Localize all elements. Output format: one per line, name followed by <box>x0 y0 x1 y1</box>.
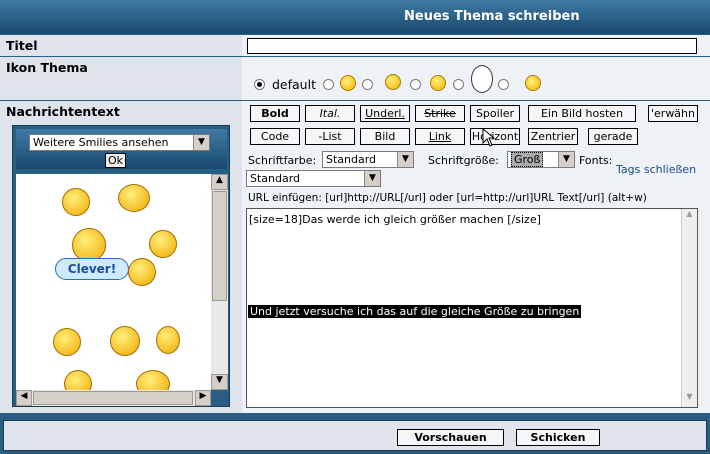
smiley-dancing-icon[interactable] <box>156 326 180 354</box>
smiley-party-icon[interactable] <box>72 228 106 262</box>
font-size-select[interactable]: Groß ▼ <box>507 151 575 168</box>
shocked-smiley-icon <box>471 65 493 93</box>
radio-default[interactable] <box>254 79 265 90</box>
editor-line-1: [size=18]Das werde ich gleich größer mac… <box>249 213 541 226</box>
cursor-icon <box>482 128 496 147</box>
scroll-left-icon[interactable]: ◀ <box>16 390 32 406</box>
radio-icon-3[interactable] <box>410 79 421 90</box>
ikon-row: Ikon Thema default <box>0 57 710 100</box>
titel-row: Titel <box>0 35 710 56</box>
code-button[interactable]: Code <box>250 128 300 145</box>
center-button[interactable]: Zentrier <box>528 128 578 145</box>
link-button[interactable]: Link <box>415 128 465 145</box>
message-label: Nachrichtentext <box>6 104 120 119</box>
bold-button[interactable]: Bold <box>250 105 300 122</box>
mention-button[interactable]: 'erwähn <box>648 105 698 122</box>
smilies-panel-head: Weitere Smilies ansehen ▼ Ok <box>16 129 227 169</box>
smiley-thinking-icon[interactable] <box>149 230 177 258</box>
strike-button[interactable]: Strike <box>415 105 465 122</box>
font-family-select[interactable]: Standard ▼ <box>246 170 381 187</box>
scroll-up-icon[interactable]: ▲ <box>682 209 697 224</box>
font-size-label: Schriftgröße: <box>428 154 499 167</box>
editor-selected-text: Und jetzt versuche ich das auf die gleic… <box>248 305 582 318</box>
smiley-chef-icon[interactable] <box>136 370 170 390</box>
spoiler-button[interactable]: Spoiler <box>470 105 520 122</box>
hscroll-thumb[interactable] <box>33 391 193 405</box>
vscroll-thumb[interactable] <box>212 191 227 301</box>
smiley-sunglasses-icon[interactable] <box>110 326 140 356</box>
smiley-clever-icon[interactable] <box>128 258 156 286</box>
scroll-down-icon[interactable]: ▼ <box>211 374 228 390</box>
titel-cell <box>242 35 710 56</box>
underline-button[interactable]: Underl. <box>360 105 410 122</box>
smiley-thumbs-icon[interactable] <box>64 370 92 390</box>
close-tags-link[interactable]: Tags schließen <box>616 163 696 176</box>
header-bar: Neues Thema schreiben <box>0 0 710 34</box>
italic-button[interactable]: Ital. <box>305 105 355 122</box>
smiley-drink-icon[interactable] <box>53 328 81 356</box>
chevron-down-icon: ▼ <box>193 135 209 150</box>
ikon-label: Ikon Thema <box>0 57 240 100</box>
app-frame: Neues Thema schreiben Titel Ikon Thema d… <box>0 0 710 454</box>
textarea-vscroll[interactable]: ▲ ▼ <box>681 209 697 407</box>
radio-icon-5[interactable] <box>498 79 509 90</box>
wave-smiley-icon <box>385 74 401 90</box>
titel-label: Titel <box>0 35 240 56</box>
titel-input[interactable] <box>247 38 697 54</box>
smilies-list: Clever! <box>16 174 211 390</box>
smilies-panel: Weitere Smilies ansehen ▼ Ok Clever! ▲ ▼… <box>12 125 230 407</box>
ikon-cell: default <box>242 57 710 100</box>
sad-smiley-icon <box>430 75 446 91</box>
smiley-computer-icon[interactable] <box>62 188 90 216</box>
image-button[interactable]: Bild <box>360 128 410 145</box>
submit-button[interactable]: Schicken <box>516 429 600 446</box>
smilies-select[interactable]: Weitere Smilies ansehen ▼ <box>29 134 210 151</box>
smiley-baseball-icon[interactable] <box>118 184 150 212</box>
list-button[interactable]: -List <box>305 128 355 145</box>
font-color-select[interactable]: Standard ▼ <box>322 151 414 168</box>
font-color-label: Schriftfarbe: <box>248 154 317 167</box>
smiley-icon <box>340 75 356 91</box>
smilies-vscroll[interactable]: ▲ ▼ <box>211 174 228 390</box>
chevron-down-icon: ▼ <box>558 152 574 167</box>
footer-inner: Vorschauen Schicken <box>3 420 707 451</box>
smilies-hscroll[interactable]: ◀ ▶ <box>16 390 211 406</box>
radio-icon-1[interactable] <box>323 79 334 90</box>
chevron-down-icon: ▼ <box>397 152 413 167</box>
radio-default-label: default <box>272 77 316 92</box>
radio-icon-4[interactable] <box>453 79 464 90</box>
preview-button[interactable]: Vorschauen <box>397 429 504 446</box>
editor-cell: Bold Ital. Underl. Strike Spoiler Ein Bi… <box>242 101 710 413</box>
smoking-smiley-icon <box>525 75 541 91</box>
footer-bar: Vorschauen Schicken <box>0 417 710 454</box>
scroll-right-icon[interactable]: ▶ <box>195 390 211 406</box>
radio-icon-2[interactable] <box>362 79 373 90</box>
message-row: Nachrichtentext Weitere Smilies ansehen ▼… <box>0 101 710 413</box>
message-textarea[interactable]: [size=18]Das werde ich gleich größer mac… <box>246 208 698 408</box>
page-title: Neues Thema schreiben <box>404 9 580 24</box>
fonts-label: Fonts: <box>579 154 613 167</box>
host-image-button[interactable]: Ein Bild hosten <box>528 105 636 122</box>
smiley-clever-bubble[interactable]: Clever! <box>55 258 129 280</box>
chevron-down-icon: ▼ <box>364 171 380 186</box>
straight-button[interactable]: gerade <box>588 128 638 145</box>
url-hint: URL einfügen: [url]http://URL[/url] oder… <box>248 192 647 204</box>
scroll-down-icon[interactable]: ▼ <box>682 392 697 407</box>
scroll-up-icon[interactable]: ▲ <box>211 174 228 190</box>
ok-button[interactable]: Ok <box>105 153 126 168</box>
